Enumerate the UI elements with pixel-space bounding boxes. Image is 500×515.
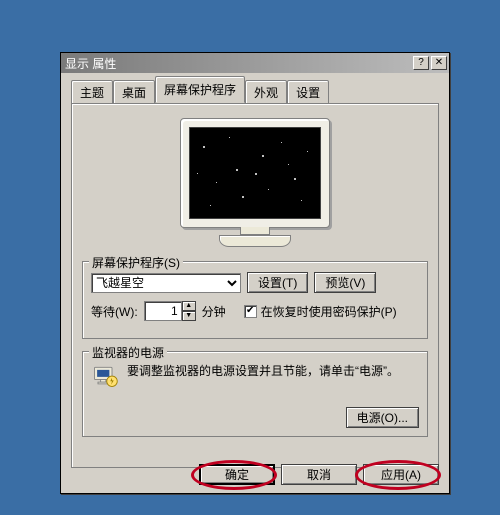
apply-button[interactable]: 应用(A) <box>363 464 439 485</box>
window-body: 主题 桌面 屏幕保护程序 外观 设置 <box>61 73 449 478</box>
ok-button[interactable]: 确定 <box>199 464 275 485</box>
power-button[interactable]: 电源(O)... <box>346 407 419 428</box>
wait-spinner[interactable]: ▲ ▼ <box>144 301 196 321</box>
tab-panel: 屏幕保护程序(S) 飞越星空 设置(T) 预览(V) 等待(W): ▲ ▼ <box>71 103 439 468</box>
display-properties-window: 显示 属性 ? ✕ 主题 桌面 屏幕保护程序 外观 设置 <box>60 52 450 494</box>
titlebar[interactable]: 显示 属性 ? ✕ <box>61 53 449 73</box>
screensaver-group: 屏幕保护程序(S) 飞越星空 设置(T) 预览(V) 等待(W): ▲ ▼ <box>82 261 428 339</box>
cancel-button[interactable]: 取消 <box>281 464 357 485</box>
power-group: 监视器的电源 要调整监视器的电源设置并且节能，请单击“电源”。 <box>82 351 428 437</box>
tab-settings[interactable]: 设置 <box>287 80 329 104</box>
power-icon <box>91 362 119 390</box>
screensaver-select[interactable]: 飞越星空 <box>91 273 241 293</box>
screensaver-preview-button[interactable]: 预览(V) <box>314 272 376 293</box>
wait-input[interactable] <box>144 301 182 321</box>
wait-spin-down[interactable]: ▼ <box>182 311 196 321</box>
password-checkbox[interactable]: ✔ 在恢复时使用密码保护(P) <box>244 303 397 320</box>
tab-strip: 主题 桌面 屏幕保护程序 外观 设置 <box>71 81 439 103</box>
monitor-screen <box>189 127 321 219</box>
tab-screensaver[interactable]: 屏幕保护程序 <box>155 76 245 103</box>
wait-spin-up[interactable]: ▲ <box>182 301 196 311</box>
dialog-buttons: 确定 取消 应用(A) <box>199 464 439 485</box>
close-button[interactable]: ✕ <box>431 56 447 70</box>
screensaver-group-title: 屏幕保护程序(S) <box>89 254 183 271</box>
monitor-bezel <box>180 118 330 228</box>
password-checkbox-label: 在恢复时使用密码保护(P) <box>261 303 397 320</box>
wait-unit: 分钟 <box>202 303 226 320</box>
window-title: 显示 属性 <box>65 55 411 72</box>
checkbox-icon: ✔ <box>244 305 257 318</box>
tab-theme[interactable]: 主题 <box>71 80 113 104</box>
power-desc: 要调整监视器的电源设置并且节能，请单击“电源”。 <box>127 362 419 390</box>
screensaver-settings-button[interactable]: 设置(T) <box>247 272 308 293</box>
help-button[interactable]: ? <box>413 56 429 70</box>
tab-desktop[interactable]: 桌面 <box>113 80 155 104</box>
wait-label: 等待(W): <box>91 303 138 320</box>
power-group-title: 监视器的电源 <box>89 344 167 361</box>
monitor-stand-neck <box>240 227 270 235</box>
monitor-preview <box>82 118 428 247</box>
tab-appearance[interactable]: 外观 <box>245 80 287 104</box>
monitor-stand-base <box>219 235 291 247</box>
